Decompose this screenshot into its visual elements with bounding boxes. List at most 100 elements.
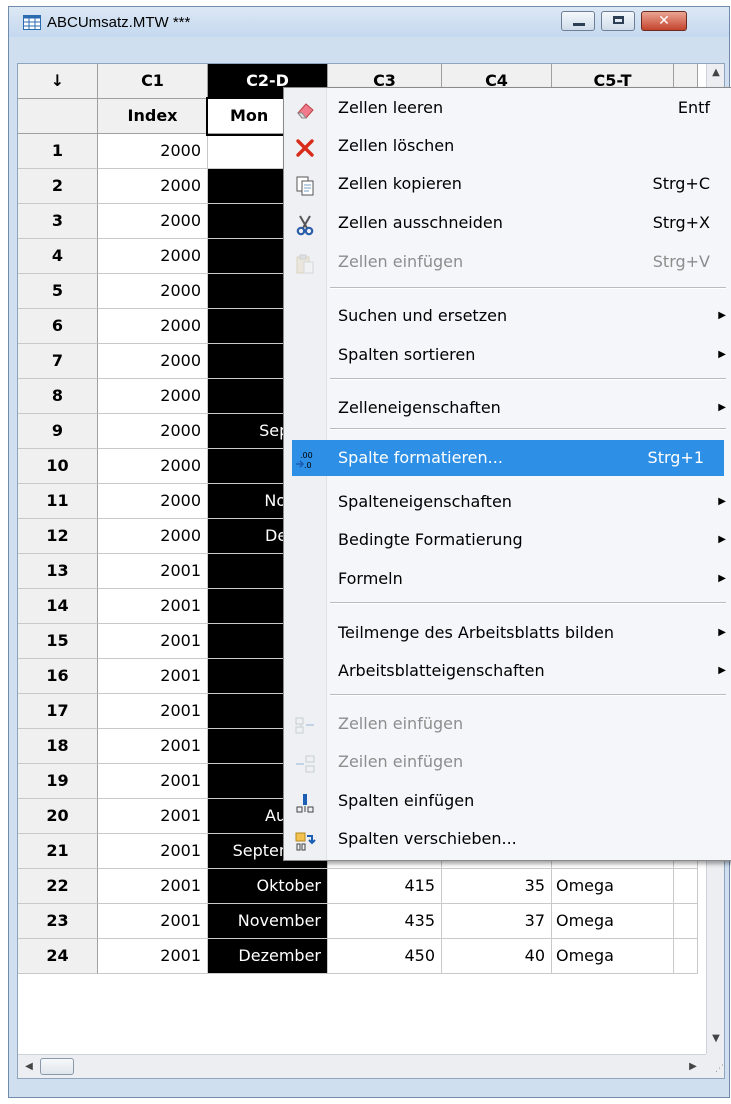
row-number[interactable]: 6 — [18, 309, 98, 344]
row-number[interactable]: 22 — [18, 869, 98, 904]
cell-c1[interactable]: 2001 — [98, 939, 208, 974]
cell-c5[interactable]: Omega — [552, 869, 674, 904]
cell-c1[interactable]: 2001 — [98, 764, 208, 799]
scroll-right-icon[interactable]: ▶ — [684, 1058, 702, 1076]
cell-c1[interactable]: 2000 — [98, 414, 208, 449]
scroll-down-icon[interactable]: ▼ — [707, 1030, 724, 1048]
menu-item-zelleneigenschaften[interactable]: Zelleneigenschaften ▶ — [286, 390, 730, 426]
horizontal-scroll-thumb[interactable] — [40, 1058, 74, 1075]
row-number[interactable]: 7 — [18, 344, 98, 379]
scroll-up-icon[interactable]: ▲ — [707, 64, 724, 82]
menu-item-zellen-einfügen[interactable]: Zellen einfügen — [286, 706, 730, 742]
menu-item-zellen-löschen[interactable]: Zellen löschen — [286, 128, 730, 164]
minimize-button[interactable] — [561, 11, 595, 31]
cell-c1[interactable]: 2001 — [98, 834, 208, 869]
cell-c1[interactable]: 2001 — [98, 554, 208, 589]
menu-item-spalten-sortieren[interactable]: Spalten sortieren ▶ — [286, 337, 730, 373]
row-number[interactable]: 8 — [18, 379, 98, 414]
menu-item-teilmenge-des-arbeitsblatts-bilden[interactable]: Teilmenge des Arbeitsblatts bilden ▶ — [286, 615, 730, 651]
row-number[interactable]: 12 — [18, 519, 98, 554]
cell-c1[interactable]: 2001 — [98, 799, 208, 834]
menu-item-label: Zellen einfügen — [338, 714, 464, 733]
cell-c1[interactable]: 2001 — [98, 694, 208, 729]
cell-c1[interactable]: 2000 — [98, 169, 208, 204]
cell-c1[interactable]: 2001 — [98, 869, 208, 904]
row-number[interactable]: 13 — [18, 554, 98, 589]
scroll-left-icon[interactable]: ◀ — [20, 1058, 38, 1076]
corner-arrow-icon[interactable]: ↓ — [18, 64, 98, 99]
menu-item-spalten-verschieben[interactable]: Spalten verschieben... — [286, 821, 730, 857]
cell-c1[interactable]: 2000 — [98, 204, 208, 239]
cell-c6[interactable] — [674, 939, 698, 974]
row-number[interactable]: 17 — [18, 694, 98, 729]
cell-c1[interactable]: 2001 — [98, 589, 208, 624]
row-number[interactable]: 2 — [18, 169, 98, 204]
resize-grip-icon[interactable]: ⋰ — [706, 1054, 724, 1078]
menu-item-spalteneigenschaften[interactable]: Spalteneigenschaften ▶ — [286, 484, 730, 520]
cell-c1[interactable]: 2001 — [98, 729, 208, 764]
row-number[interactable]: 18 — [18, 729, 98, 764]
cell-c1[interactable]: 2000 — [98, 134, 208, 169]
menu-item-spalten-einfügen[interactable]: Spalten einfügen — [286, 783, 730, 819]
cell-c5[interactable]: Omega — [552, 904, 674, 939]
cell-c1[interactable]: 2000 — [98, 449, 208, 484]
column-header-1[interactable]: C1 — [98, 64, 208, 99]
cell-c3[interactable]: 450 — [328, 939, 442, 974]
scissors-icon — [294, 213, 316, 236]
menu-item-zellen-leeren[interactable]: Zellen leeren Entf — [286, 90, 730, 126]
menu-item-spalte-formatieren[interactable]: .00.0 Spalte formatieren... Strg+1 — [292, 440, 724, 476]
cell-c1[interactable]: 2000 — [98, 519, 208, 554]
row-number[interactable]: 16 — [18, 659, 98, 694]
row-number[interactable]: 19 — [18, 764, 98, 799]
close-button[interactable]: ✕ — [641, 11, 687, 31]
menu-item-zellen-kopieren[interactable]: Zellen kopieren Strg+C — [286, 166, 730, 202]
menu-item-shortcut: Strg+C — [652, 174, 710, 193]
row-number[interactable]: 23 — [18, 904, 98, 939]
cell-c1[interactable]: 2000 — [98, 484, 208, 519]
row-number[interactable]: 10 — [18, 449, 98, 484]
cell-c5[interactable]: Omega — [552, 939, 674, 974]
cell-c1[interactable]: 2000 — [98, 239, 208, 274]
menu-item-bedingte-formatierung[interactable]: Bedingte Formatierung ▶ — [286, 522, 730, 558]
menu-item-zellen-einfügen[interactable]: Zellen einfügen Strg+V — [286, 244, 730, 280]
row-number[interactable]: 21 — [18, 834, 98, 869]
row-number[interactable]: 11 — [18, 484, 98, 519]
menu-item-arbeitsblatteigenschaften[interactable]: Arbeitsblatteigenschaften ▶ — [286, 653, 730, 689]
cell-c1[interactable]: 2000 — [98, 344, 208, 379]
row-number[interactable]: 15 — [18, 624, 98, 659]
row-number[interactable]: 24 — [18, 939, 98, 974]
cell-c3[interactable]: 435 — [328, 904, 442, 939]
cell-c2[interactable]: Dezember — [208, 939, 328, 974]
cell-c6[interactable] — [674, 869, 698, 904]
cell-c2[interactable]: November — [208, 904, 328, 939]
cell-c1[interactable]: 2001 — [98, 904, 208, 939]
cell-c1[interactable]: 2001 — [98, 624, 208, 659]
menu-item-zellen-ausschneiden[interactable]: Zellen ausschneiden Strg+X — [286, 205, 730, 241]
menu-item-suchen-und-ersetzen[interactable]: Suchen und ersetzen ▶ — [286, 298, 730, 334]
menu-item-label: Spalten sortieren — [338, 345, 476, 364]
row-number[interactable]: 1 — [18, 134, 98, 169]
maximize-button[interactable] — [601, 11, 635, 31]
menu-item-label: Formeln — [338, 569, 403, 588]
menu-item-formeln[interactable]: Formeln ▶ — [286, 561, 730, 597]
column-name-1[interactable]: Index — [98, 99, 208, 134]
cell-c1[interactable]: 2000 — [98, 309, 208, 344]
row-number[interactable]: 14 — [18, 589, 98, 624]
cell-c4[interactable]: 35 — [442, 869, 552, 904]
cell-c1[interactable]: 2001 — [98, 659, 208, 694]
title-bar[interactable]: ABCUmsatz.MTW *** ✕ — [9, 7, 729, 37]
row-number[interactable]: 3 — [18, 204, 98, 239]
cell-c4[interactable]: 40 — [442, 939, 552, 974]
cell-c2[interactable]: Oktober — [208, 869, 328, 904]
row-number[interactable]: 5 — [18, 274, 98, 309]
cell-c3[interactable]: 415 — [328, 869, 442, 904]
cell-c6[interactable] — [674, 904, 698, 939]
row-number[interactable]: 9 — [18, 414, 98, 449]
cell-c1[interactable]: 2000 — [98, 379, 208, 414]
horizontal-scrollbar[interactable]: ◀ ▶ — [18, 1054, 706, 1078]
row-number[interactable]: 20 — [18, 799, 98, 834]
menu-item-zeilen-einfügen[interactable]: Zeilen einfügen — [286, 744, 730, 780]
cell-c4[interactable]: 37 — [442, 904, 552, 939]
cell-c1[interactable]: 2000 — [98, 274, 208, 309]
row-number[interactable]: 4 — [18, 239, 98, 274]
